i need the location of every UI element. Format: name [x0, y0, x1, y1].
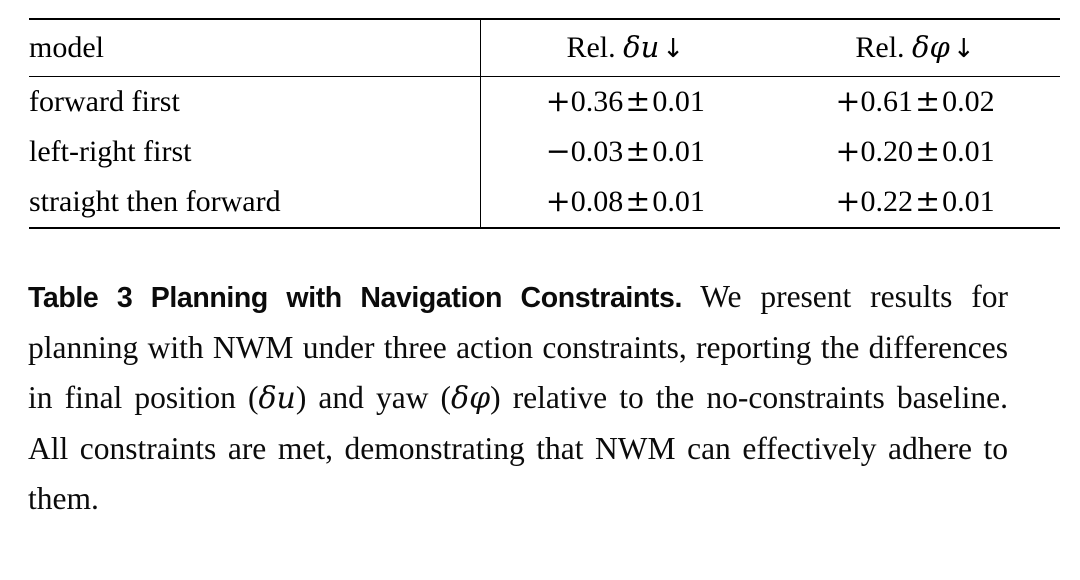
cell-rel-du: +0.08±0.01 [480, 177, 770, 229]
caption-title: Table 3 Planning with Navigation Constra… [28, 282, 682, 314]
column-header-rel-du-prefix: Rel. [566, 31, 616, 64]
column-header-model: model [29, 18, 481, 77]
cell-rel-dphi-sign: + [835, 84, 861, 119]
cell-rel-dphi: +0.22±0.01 [770, 177, 1060, 229]
plus-minus-icon: ± [625, 184, 651, 219]
cell-model: left-right first [29, 127, 481, 177]
cell-rel-dphi-sign: + [835, 134, 861, 169]
cell-model: straight then forward [29, 177, 481, 229]
plus-minus-icon: ± [625, 84, 651, 119]
table-row: straight then forward +0.08±0.01 +0.22±0… [29, 177, 1060, 229]
plus-minus-icon: ± [915, 134, 941, 169]
cell-model: forward first [29, 76, 481, 127]
caption-math-delta-phi: δφ [451, 381, 491, 416]
cell-model-label: straight then forward [29, 185, 281, 218]
cell-rel-du-sign: + [545, 84, 571, 119]
cell-rel-dphi: +0.61±0.02 [770, 77, 1060, 128]
cell-model-label: left-right first [29, 135, 192, 168]
column-header-rel-dphi-prefix: Rel. [855, 31, 905, 64]
cell-rel-dphi-error: 0.01 [942, 135, 995, 168]
column-header-rel-du: Rel. δu ↓ [480, 18, 770, 77]
plus-minus-icon: ± [625, 134, 651, 169]
cell-rel-dphi-value: 0.20 [860, 135, 914, 168]
cell-rel-du-error: 0.01 [652, 135, 705, 168]
cell-rel-du-sign: + [545, 184, 571, 219]
cell-rel-dphi-sign: + [835, 184, 861, 219]
column-header-rel-dphi-symbol: δφ [912, 30, 950, 64]
results-table: model Rel. δu↓ Rel. δφ↓ forward first [29, 18, 1060, 229]
cell-rel-dphi: +0.20±0.01 [770, 127, 1060, 177]
sort-down-arrow-icon: ↓ [662, 34, 685, 64]
cell-rel-dphi-error: 0.02 [942, 85, 995, 118]
results-table-container: model Rel. δu↓ Rel. δφ↓ forward first [29, 18, 1060, 229]
table-figure-page: model Rel. δu↓ Rel. δφ↓ forward first [0, 0, 1080, 580]
cell-rel-du-error: 0.01 [652, 85, 705, 118]
cell-rel-du: +0.36±0.01 [480, 77, 770, 128]
cell-rel-du-sign: − [545, 134, 571, 169]
caption-math-delta-u: δu [258, 381, 296, 416]
caption-body-2: ) and yaw ( [295, 380, 452, 415]
cell-rel-dphi-value: 0.61 [860, 85, 914, 118]
cell-rel-du-value: 0.08 [570, 185, 624, 218]
column-header-rel-dphi: Rel. δφ ↓ [770, 18, 1060, 77]
column-header-model-label: model [29, 31, 104, 64]
table-header-row: model Rel. δu ↓ Rel. δφ ↓ [29, 18, 1060, 77]
cell-rel-dphi-value: 0.22 [860, 185, 914, 218]
cell-rel-du-value: 0.03 [570, 135, 624, 168]
table-caption: Table 3 Planning with Navigation Constra… [28, 272, 1008, 524]
sort-down-arrow-icon: ↓ [952, 34, 975, 64]
cell-rel-du: −0.03±0.01 [480, 127, 770, 177]
cell-rel-dphi-error: 0.01 [942, 185, 995, 218]
table-row: left-right first −0.03±0.01 +0.20±0.01 [29, 127, 1060, 177]
plus-minus-icon: ± [915, 184, 941, 219]
cell-rel-du-error: 0.01 [652, 185, 705, 218]
plus-minus-icon: ± [915, 84, 941, 119]
cell-model-label: forward first [29, 85, 180, 118]
cell-rel-du-value: 0.36 [570, 85, 624, 118]
table-row: forward first +0.36±0.01 +0.61±0.02 [29, 76, 1060, 128]
column-header-rel-du-symbol: δu [623, 30, 660, 64]
